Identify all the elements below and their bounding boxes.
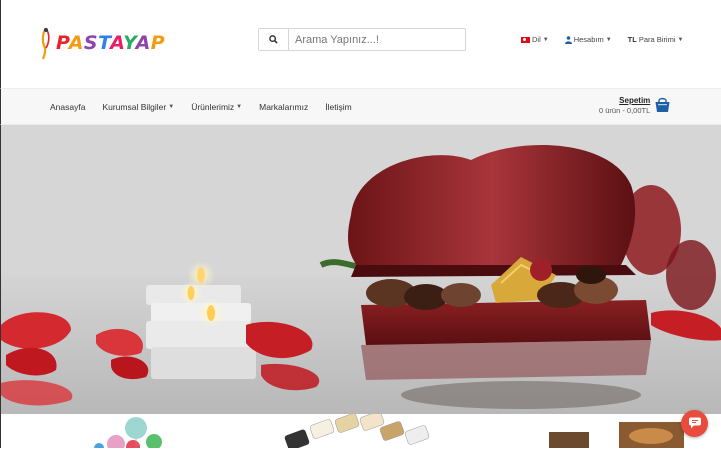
currency-code: TL [627,35,637,44]
logo-wordmark: PASTAYAP [56,32,165,54]
language-selector[interactable]: Dil ▼ [521,35,549,44]
cart-text: Sepetim 0 ürün - 0,00TL [599,96,650,116]
logo-letter: A [68,32,84,54]
chat-bubble-icon [688,417,701,429]
nav-item-label: Anasayfa [50,102,86,112]
logo-letter: T [98,32,111,54]
hero-chocolates-image [1,125,721,414]
search-icon [269,35,278,44]
hero-banner[interactable] [0,125,721,414]
nav-item-label: İletişim [325,102,352,112]
caret-down-icon: ▼ [677,36,684,43]
logo-letter: S [83,32,99,54]
nav-item-contact[interactable]: İletişim [325,102,351,112]
user-icon [564,35,572,44]
cart-summary: 0 ürün - 0,00TL [599,106,651,115]
nav-item-brands[interactable]: Markalarımız [259,102,308,112]
nav-item-products[interactable]: Ürünlerimiz ▼ [191,102,242,112]
live-chat-button[interactable] [681,410,708,437]
logo-letter: P [150,32,166,54]
caret-down-icon: ▼ [168,104,175,110]
logo-letter: A [135,32,151,54]
category-thumbnails-strip [0,411,721,453]
cart-widget[interactable]: Sepetim 0 ürün - 0,00TL [599,96,671,116]
account-menu[interactable]: Hesabım ▼ [564,35,612,44]
language-label: Dil [532,35,541,44]
caret-down-icon: ▼ [542,36,549,43]
nav-item-corporate[interactable]: Kurumsal Bilgiler ▼ [102,102,174,112]
search-input[interactable] [289,29,465,50]
nav-item-label: Markalarımız [259,102,309,112]
search-bar [258,28,466,51]
top-links: Dil ▼ Hesabım ▼ TL Para Birimi ▼ [521,35,683,44]
logo-letter: Y [123,32,136,54]
currency-selector[interactable]: TL Para Birimi ▼ [628,35,684,44]
nav-menu: Anasayfa Kurumsal Bilgiler ▼ Ürünlerimiz… [50,102,352,112]
logo-figure-icon [39,26,53,60]
shopping-bag-icon [655,97,670,112]
logo-letter: P [56,32,69,54]
top-header: PASTAYAP Dil ▼ Hesabım ▼ TL Para B [0,0,721,88]
nav-item-home[interactable]: Anasayfa [50,102,85,112]
caret-down-icon: ▼ [605,36,612,43]
logo-letter: A [110,32,124,54]
caret-down-icon: ▼ [236,104,243,110]
cart-title: Sepetim [619,96,651,105]
currency-label: Para Birimi [638,35,676,44]
nav-item-label: Ürünlerimiz [191,102,235,112]
site-logo[interactable]: PASTAYAP [39,26,165,60]
main-navbar: Anasayfa Kurumsal Bilgiler ▼ Ürünlerimiz… [0,88,721,125]
search-button[interactable] [259,29,289,50]
turkey-flag-icon [521,36,530,43]
nav-item-label: Kurumsal Bilgiler [102,102,167,112]
account-label: Hesabım [573,35,604,44]
category-thumbnails-image [94,411,684,453]
